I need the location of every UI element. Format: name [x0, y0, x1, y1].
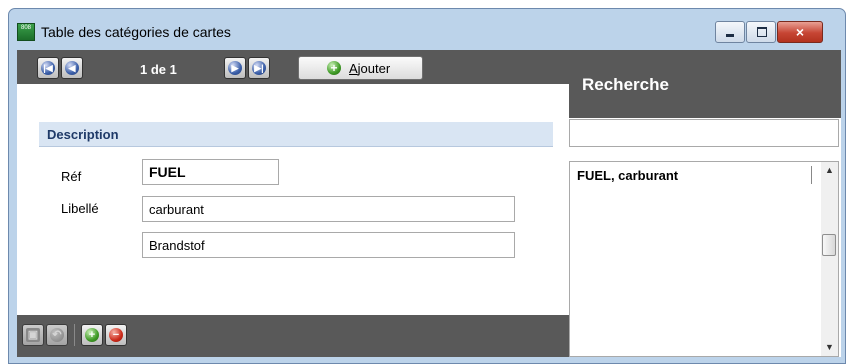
undo-button[interactable]: ↶ [46, 324, 68, 346]
search-results-list: FUEL, carburant ▲ ▼ [569, 161, 839, 357]
scroll-up-arrow-icon[interactable]: ▲ [821, 162, 838, 179]
app-window: 808 Table des catégories de cartes × |◀ … [8, 8, 846, 364]
previous-record-button[interactable]: ◀ [61, 57, 83, 79]
close-button[interactable]: × [777, 21, 823, 43]
toolbar-separator [74, 324, 75, 346]
list-item[interactable]: FUEL, carburant [577, 168, 678, 183]
scroll-down-arrow-icon[interactable]: ▼ [821, 339, 838, 356]
save-button[interactable]: ▣ [22, 324, 44, 346]
delete-record-button[interactable]: − [105, 324, 127, 346]
scroll-thumb[interactable] [822, 234, 836, 256]
description-title: Description [47, 127, 119, 142]
bottom-toolbar: ▣ ↶ + − [17, 315, 569, 357]
last-record-button[interactable]: ▶| [248, 57, 270, 79]
record-counter: 1 de 1 [140, 62, 177, 77]
undo-icon: ↶ [50, 328, 64, 342]
add-icon: + [327, 61, 341, 75]
add-button-label: Ajouter [349, 61, 391, 76]
previous-record-icon: ◀ [65, 61, 79, 75]
results-scrollbar[interactable]: ▲ ▼ [821, 162, 838, 356]
search-header: Recherche [569, 50, 841, 118]
add-button[interactable]: + Ajouter [298, 56, 423, 80]
list-column-separator [811, 166, 812, 184]
app-icon: 808 [17, 23, 35, 41]
save-icon: ▣ [26, 328, 40, 342]
maximize-icon [757, 27, 767, 37]
add-record-button[interactable]: + [81, 324, 103, 346]
libelle-alt-field[interactable] [142, 232, 515, 258]
window-title: Table des catégories de cartes [41, 24, 231, 40]
description-section-header: Description [39, 122, 553, 147]
app-icon-text: 808 [20, 25, 31, 31]
minimize-icon [726, 34, 734, 37]
next-record-button[interactable]: ▶ [224, 57, 246, 79]
search-title: Recherche [582, 75, 669, 94]
minimize-button[interactable] [715, 21, 745, 43]
first-record-icon: |◀ [41, 61, 55, 75]
title-bar[interactable]: 808 Table des catégories de cartes × [9, 9, 845, 49]
first-record-button[interactable]: |◀ [37, 57, 59, 79]
maximize-button[interactable] [746, 21, 776, 43]
search-input[interactable] [569, 119, 839, 147]
libelle-field[interactable] [142, 196, 515, 222]
add-icon: + [85, 328, 99, 342]
next-record-icon: ▶ [228, 61, 242, 75]
ref-label: Réf [61, 169, 82, 184]
libelle-label: Libellé [61, 201, 99, 216]
ref-field[interactable] [142, 159, 279, 185]
client-area: |◀ ◀ 1 de 1 ▶ ▶| + Ajouter Recherche Des… [17, 50, 841, 357]
close-icon: × [795, 24, 805, 40]
delete-icon: − [109, 328, 123, 342]
last-record-icon: ▶| [252, 61, 266, 75]
